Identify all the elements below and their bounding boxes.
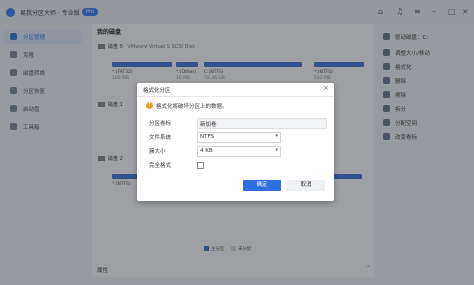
dialog-title: 格式化分区 — [143, 88, 171, 94]
ok-button[interactable]: 确定 — [243, 180, 281, 191]
chevron-down-icon: ▾ — [275, 147, 278, 153]
full-format-label: 完全格式 — [149, 163, 172, 169]
format-partition-dialog: 格式化分区 × ! 格式化将破坏分区上的数据。 分区卷标 新加卷 文件系统 NT… — [137, 83, 334, 201]
file-system-value: NTFS — [200, 134, 215, 140]
warning-icon: ! — [146, 102, 153, 109]
full-format-checkbox[interactable] — [197, 162, 204, 169]
partition-label-input[interactable]: 新加卷 — [197, 118, 327, 129]
cluster-size-select[interactable]: 4 KB ▾ — [197, 146, 281, 157]
close-icon[interactable]: × — [323, 84, 329, 92]
file-system-select[interactable]: NTFS ▾ — [197, 132, 281, 143]
cluster-size-value: 4 KB — [200, 148, 213, 154]
cluster-size-label: 簇大小 — [149, 149, 166, 155]
chevron-down-icon: ▾ — [275, 133, 278, 139]
cancel-button[interactable]: 取消 — [287, 180, 325, 191]
partition-label-value: 新加卷 — [200, 122, 217, 128]
dialog-divider — [137, 96, 334, 97]
partition-label-label: 分区卷标 — [149, 121, 172, 127]
file-system-label: 文件系统 — [149, 135, 172, 141]
warning-text: 格式化将破坏分区上的数据。 — [156, 104, 228, 110]
